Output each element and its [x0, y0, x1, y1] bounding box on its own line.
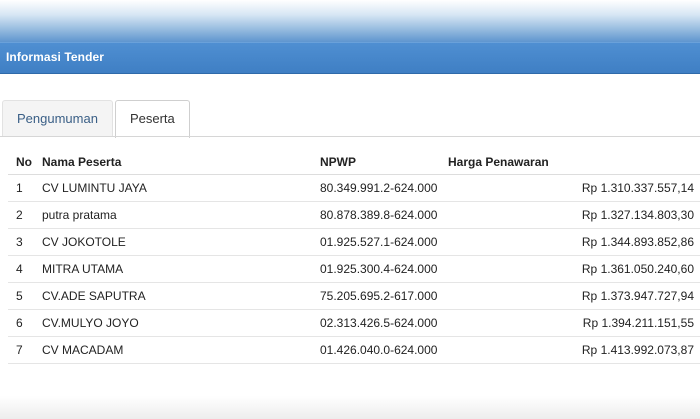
table-header-row: No Nama Peserta NPWP Harga Penawaran [8, 150, 700, 175]
row-harga: Rp 1.413.992.073,87 [440, 336, 700, 364]
row-npwp: 01.426.040.0-624.000 [312, 336, 440, 364]
row-npwp: 75.205.695.2-617.000 [312, 282, 440, 310]
table-row: 7 CV MACADAM 01.426.040.0-624.000 Rp 1.4… [8, 336, 700, 364]
row-name: CV.ADE SAPUTRA [34, 282, 312, 310]
tab-pengumuman[interactable]: Pengumuman [2, 100, 113, 136]
column-header-name: Nama Peserta [34, 150, 312, 175]
row-harga: Rp 1.344.893.852,86 [440, 228, 700, 256]
row-harga: Rp 1.327.134.803,30 [440, 201, 700, 229]
row-name: CV.MULYO JOYO [34, 309, 312, 337]
table-row: 4 MITRA UTAMA 01.925.300.4-624.000 Rp 1.… [8, 255, 700, 283]
top-banner [0, 0, 700, 42]
row-harga: Rp 1.310.337.557,14 [440, 174, 700, 202]
row-harga: Rp 1.361.050.240,60 [440, 255, 700, 283]
bottom-fade [0, 396, 700, 419]
row-name: CV MACADAM [34, 336, 312, 364]
participants-table: No Nama Peserta NPWP Harga Penawaran 1 C… [8, 150, 700, 364]
row-npwp: 02.313.426.5-624.000 [312, 309, 440, 337]
panel-body: Pengumuman Peserta No Nama Peserta NPWP … [0, 74, 700, 419]
table-row: 2 putra pratama 80.878.389.8-624.000 Rp … [8, 201, 700, 229]
row-npwp: 01.925.527.1-624.000 [312, 228, 440, 256]
row-npwp: 80.349.991.2-624.000 [312, 174, 440, 202]
tab-divider [0, 136, 700, 137]
table-row: 6 CV.MULYO JOYO 02.313.426.5-624.000 Rp … [8, 309, 700, 337]
row-no: 6 [8, 309, 34, 337]
row-no: 7 [8, 336, 34, 364]
row-npwp: 01.925.300.4-624.000 [312, 255, 440, 283]
column-header-harga: Harga Penawaran [440, 150, 700, 175]
tab-peserta[interactable]: Peserta [114, 100, 190, 138]
table-row: 1 CV LUMINTU JAYA 80.349.991.2-624.000 R… [8, 174, 700, 202]
row-no: 2 [8, 201, 34, 229]
tab-bar: Pengumuman Peserta [2, 100, 192, 138]
row-no: 1 [8, 174, 34, 202]
table-row: 3 CV JOKOTOLE 01.925.527.1-624.000 Rp 1.… [8, 228, 700, 256]
row-name: MITRA UTAMA [34, 255, 312, 283]
column-header-npwp: NPWP [312, 150, 440, 175]
table-row: 5 CV.ADE SAPUTRA 75.205.695.2-617.000 Rp… [8, 282, 700, 310]
row-no: 3 [8, 228, 34, 256]
row-no: 5 [8, 282, 34, 310]
row-name: putra pratama [34, 201, 312, 229]
row-harga: Rp 1.373.947.727,94 [440, 282, 700, 310]
panel-title: Informasi Tender [6, 50, 105, 64]
panel-header: Informasi Tender [0, 42, 700, 74]
row-harga: Rp 1.394.211.151,55 [440, 309, 700, 337]
row-name: CV JOKOTOLE [34, 228, 312, 256]
participants-table-container: No Nama Peserta NPWP Harga Penawaran 1 C… [8, 150, 700, 364]
row-no: 4 [8, 255, 34, 283]
column-header-no: No [8, 150, 34, 175]
row-npwp: 80.878.389.8-624.000 [312, 201, 440, 229]
row-name: CV LUMINTU JAYA [34, 174, 312, 202]
